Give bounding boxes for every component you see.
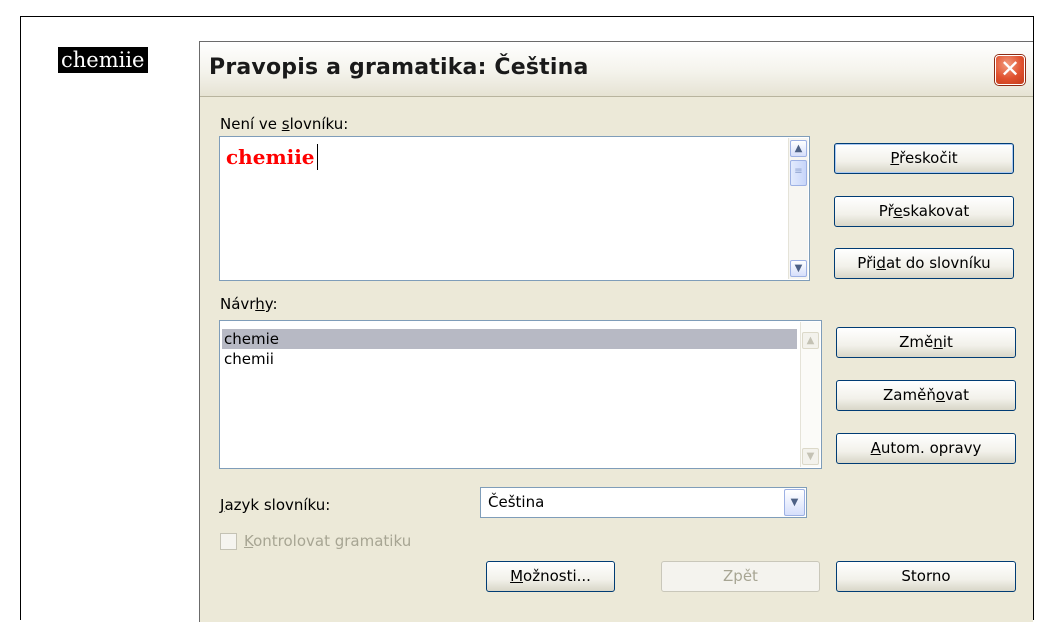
scroll-thumb[interactable]: ≡	[790, 160, 807, 186]
scroll-down-button: ▼	[802, 448, 819, 465]
options-button[interactable]: Možnosti...	[486, 561, 615, 592]
label-accelerator: K	[244, 532, 254, 550]
dictionary-language-value: Čeština	[488, 493, 545, 511]
scroll-down-button[interactable]: ▼	[790, 260, 807, 277]
label-part: azyk slovníku:	[224, 496, 331, 514]
suggestions-scrollbar: ▲ ▼	[800, 322, 820, 467]
spelling-grammar-dialog: Pravopis a gramatika: Čeština ✕ Není ve …	[199, 41, 1033, 622]
text-caret	[317, 144, 318, 170]
misspelled-word: chemiie	[226, 145, 315, 169]
label-part: ožnosti...	[523, 567, 591, 585]
chevron-down-icon: ▼	[806, 451, 815, 462]
cancel-button[interactable]: Storno	[836, 561, 1016, 592]
label-accelerator: o	[935, 386, 946, 404]
label-part: Návr	[220, 295, 256, 313]
suggestion-item[interactable]: chemie	[222, 329, 797, 349]
suggestion-item[interactable]: chemii	[222, 349, 797, 369]
textbox-scrollbar[interactable]: ▲ ≡ ▼	[788, 138, 808, 279]
suggestions-list[interactable]: chemie chemii ▲ ▼	[219, 320, 822, 469]
label-accelerator: M	[510, 567, 524, 585]
label-part: Př	[878, 202, 894, 220]
label-part: utom. opravy	[880, 439, 982, 457]
chevron-down-icon: ▼	[790, 497, 799, 508]
label-accelerator: A	[870, 439, 881, 457]
change-all-button[interactable]: Zaměňovat	[836, 380, 1016, 411]
label-part: at do slovníku	[885, 254, 991, 272]
label-part: y:	[264, 295, 278, 313]
ignore-button[interactable]: Přeskočit	[834, 143, 1014, 174]
not-in-dictionary-textbox[interactable]: chemiie ▲ ≡ ▼	[219, 136, 810, 281]
label-accelerator: d	[876, 254, 886, 272]
dictionary-language-select[interactable]: Čeština ▼	[480, 487, 807, 518]
document-selected-word: chemiie	[58, 47, 148, 73]
label-part: lovníku:	[289, 115, 349, 133]
label-part: vat	[945, 386, 969, 404]
check-grammar-label: Kontrolovat gramatiku	[244, 532, 411, 550]
not-in-dictionary-label: Není ve slovníku:	[220, 115, 348, 133]
label-part: Zaměň	[883, 386, 936, 404]
chevron-up-icon: ▲	[794, 143, 803, 154]
label-accelerator: P	[890, 149, 900, 167]
grip-icon: ≡	[794, 166, 803, 177]
check-grammar-checkbox	[220, 533, 237, 550]
undo-button: Zpět	[661, 561, 820, 592]
dictionary-language-label: Jazyk slovníku:	[220, 496, 330, 514]
chevron-up-icon: ▲	[806, 335, 815, 346]
label-part: ontrolovat gramatiku	[253, 532, 412, 550]
scroll-up-button[interactable]: ▲	[790, 140, 807, 157]
chevron-down-icon: ▼	[794, 263, 803, 274]
label-part: řeskočit	[899, 149, 958, 167]
ignore-all-button[interactable]: Přeskakovat	[834, 196, 1014, 227]
change-button[interactable]: Změnit	[836, 327, 1016, 358]
label-part: it	[942, 333, 953, 351]
label-accelerator: e	[893, 202, 903, 220]
autocorrect-button[interactable]: Autom. opravy	[836, 433, 1016, 464]
label-part: Není ve	[220, 115, 282, 133]
close-button[interactable]: ✕	[995, 55, 1025, 85]
label-part: Při	[857, 254, 877, 272]
close-icon: ✕	[999, 55, 1021, 83]
label-accelerator: h	[255, 295, 265, 313]
label-part: Změ	[899, 333, 934, 351]
scroll-up-button: ▲	[802, 332, 819, 349]
label-accelerator: n	[933, 333, 943, 351]
label-accelerator: s	[281, 115, 290, 133]
dropdown-button[interactable]: ▼	[784, 489, 805, 516]
dialog-titlebar[interactable]: Pravopis a gramatika: Čeština ✕	[200, 42, 1033, 97]
dialog-title: Pravopis a gramatika: Čeština	[209, 55, 589, 80]
add-to-dictionary-button[interactable]: Přidat do slovníku	[834, 248, 1014, 279]
suggestions-label: Návrhy:	[220, 295, 278, 313]
label-part: skakovat	[902, 202, 970, 220]
